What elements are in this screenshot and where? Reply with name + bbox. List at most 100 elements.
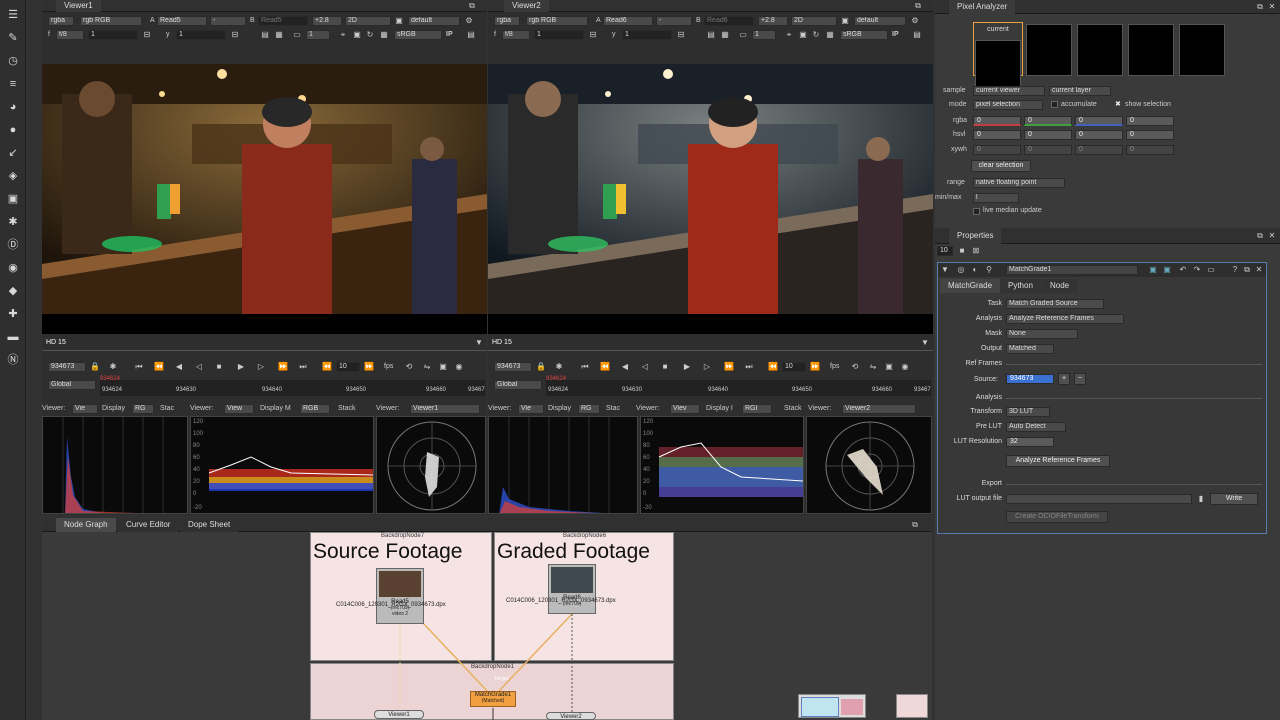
gamma-slider-icon[interactable]: ⊟ (230, 30, 240, 40)
prev-frame-icon[interactable]: ◀ (174, 362, 184, 372)
channels-select[interactable]: rgba (494, 16, 520, 26)
gain-field[interactable]: +2.8 (312, 16, 342, 26)
view-mode-select[interactable]: 2D (345, 16, 391, 26)
crosshair-icon[interactable]: ⌖ (784, 30, 794, 40)
xywh-w-field[interactable]: 0 (1075, 145, 1123, 155)
circle-icon[interactable]: ● (6, 123, 20, 137)
view-mode-select[interactable]: 2D (791, 16, 837, 26)
cube-icon[interactable]: ▣ (6, 192, 20, 206)
layer-select[interactable]: current layer (1049, 86, 1111, 96)
tab-node[interactable]: Node (1042, 279, 1078, 293)
goto-end-icon[interactable]: ⏭ (298, 362, 308, 372)
prelut-select[interactable]: Auto Detect (1006, 422, 1066, 432)
pin-icon[interactable]: ⚲ (984, 265, 994, 275)
flipbook-icon[interactable]: ▣ (884, 362, 894, 372)
d-icon[interactable]: Ⓓ (6, 238, 20, 252)
tab-curve-editor[interactable]: Curve Editor (118, 518, 179, 532)
overlay-icon[interactable]: ▦ (379, 30, 389, 40)
colorspace-select[interactable]: sRGB (840, 30, 888, 40)
ip-button[interactable]: IP (446, 30, 453, 40)
play-back-icon[interactable]: ◁ (640, 362, 650, 372)
skip-forward-icon[interactable]: ⏩ (364, 362, 374, 372)
minimap[interactable] (798, 694, 866, 718)
record-icon[interactable]: ◉ (900, 362, 910, 372)
gain-slider-icon[interactable]: ⊟ (142, 30, 152, 40)
scope3-viewer-select[interactable]: Viewer2 (842, 404, 916, 414)
roi-icon[interactable]: ▦ (720, 30, 730, 40)
clock-icon[interactable]: ◷ (6, 54, 20, 68)
tab-matchgrade[interactable]: MatchGrade (940, 279, 1001, 293)
gain-value-field[interactable]: 1 (534, 30, 584, 40)
fstop-select[interactable]: f/8 (56, 30, 84, 40)
xywh-y-field[interactable]: 0 (1024, 145, 1072, 155)
prev-key-icon[interactable]: ⏪ (154, 362, 164, 372)
bounce-icon[interactable]: ⇋ (868, 362, 878, 372)
source-field[interactable]: 934673 (1006, 374, 1054, 384)
close-icon[interactable]: ✕ (1267, 231, 1277, 241)
lut-resolution-field[interactable]: 32 (1006, 437, 1054, 447)
range-select[interactable]: Global (48, 380, 96, 390)
picker-icon[interactable]: ◐ (970, 265, 980, 275)
skip-forward-icon[interactable]: ⏩ (810, 362, 820, 372)
wrench-icon[interactable]: ✚ (6, 307, 20, 321)
proxy-icon[interactable]: ▤ (260, 30, 270, 40)
minimap-preview[interactable] (896, 694, 928, 718)
frame-icon[interactable]: ▭ (738, 30, 748, 40)
gamma-field[interactable]: 1 (622, 30, 672, 40)
xywh-h-field[interactable]: 0 (1126, 145, 1174, 155)
bounce-icon[interactable]: ⇋ (422, 362, 432, 372)
menu-icon[interactable]: ☰ (6, 8, 20, 22)
minmax-select[interactable]: l (973, 193, 1019, 203)
lock-frame-icon[interactable]: 🔒 (90, 362, 100, 372)
ip-button[interactable]: IP (892, 30, 899, 40)
undo-icon[interactable]: ↶ (1178, 265, 1188, 275)
bend-icon[interactable]: ↙ (6, 146, 20, 160)
composite-select[interactable]: - (656, 16, 692, 26)
scope2-display-select[interactable]: RGB (300, 404, 330, 414)
input-b-select[interactable]: Read5 (258, 16, 308, 26)
roi-toggle-icon[interactable]: ▤ (912, 30, 922, 40)
pause-icon[interactable]: ▣ (352, 30, 362, 40)
hsvl-l-field[interactable]: 0 (1126, 130, 1174, 140)
float-icon[interactable]: ⧉ (1255, 2, 1265, 12)
scope1-viewer-select[interactable]: Vie (518, 404, 544, 414)
live-median-checkbox[interactable] (973, 208, 980, 215)
refresh-icon[interactable]: ↻ (811, 30, 821, 40)
timeline[interactable]: 934624 934624 934630 934640 934650 93466… (100, 376, 485, 396)
tag-icon[interactable]: ◆ (6, 284, 20, 298)
help-icon[interactable]: ? (1230, 265, 1240, 275)
scope2-stack[interactable]: Stack (784, 404, 802, 414)
record-icon[interactable]: ◉ (454, 362, 464, 372)
loop-icon[interactable]: ⟲ (850, 362, 860, 372)
scope1-display-select[interactable]: RG (578, 404, 600, 414)
next-frame-icon[interactable]: ▷ (702, 362, 712, 372)
tab-node-graph[interactable]: Node Graph (56, 518, 116, 532)
flipbook-icon[interactable]: ▣ (438, 362, 448, 372)
settings-icon[interactable]: ⚙ (464, 16, 474, 26)
scope2-stack[interactable]: Stack (338, 404, 356, 414)
hsvl-h-field[interactable]: 0 (973, 130, 1021, 140)
snowflake-icon[interactable]: ✱ (554, 362, 564, 372)
rgba-a-field[interactable]: 0 (1126, 116, 1174, 126)
lut-select[interactable]: default (408, 16, 460, 26)
prev-frame-icon[interactable]: ◀ (620, 362, 630, 372)
hsvl-v-field[interactable]: 0 (1075, 130, 1123, 140)
frame-field[interactable]: 934673 (48, 362, 86, 372)
float-icon[interactable]: ⧉ (1242, 265, 1252, 275)
write-button[interactable]: Write (1210, 493, 1258, 505)
channels-select[interactable]: rgba (48, 16, 74, 26)
lut-output-file-field[interactable] (1006, 494, 1192, 504)
colorspace-select[interactable]: sRGB (394, 30, 442, 40)
read5-node[interactable]: Read5 (rec709) video 2 (376, 568, 424, 624)
proxy-icon[interactable]: ▤ (706, 30, 716, 40)
viewer2-image[interactable] (488, 64, 933, 314)
drawer-icon[interactable]: ▬ (6, 330, 20, 344)
scope2-display-select[interactable]: RGI (742, 404, 772, 414)
frame-icon[interactable]: ▭ (292, 30, 302, 40)
composite-select[interactable]: - (210, 16, 246, 26)
timeline[interactable]: 934624 934624 934630 934640 934650 93466… (546, 376, 931, 396)
pause-icon[interactable]: ▣ (798, 30, 808, 40)
lock-icon[interactable]: ▣ (840, 16, 850, 26)
downrez-select[interactable]: 1 (752, 30, 776, 40)
star-icon[interactable]: ✱ (6, 215, 20, 229)
